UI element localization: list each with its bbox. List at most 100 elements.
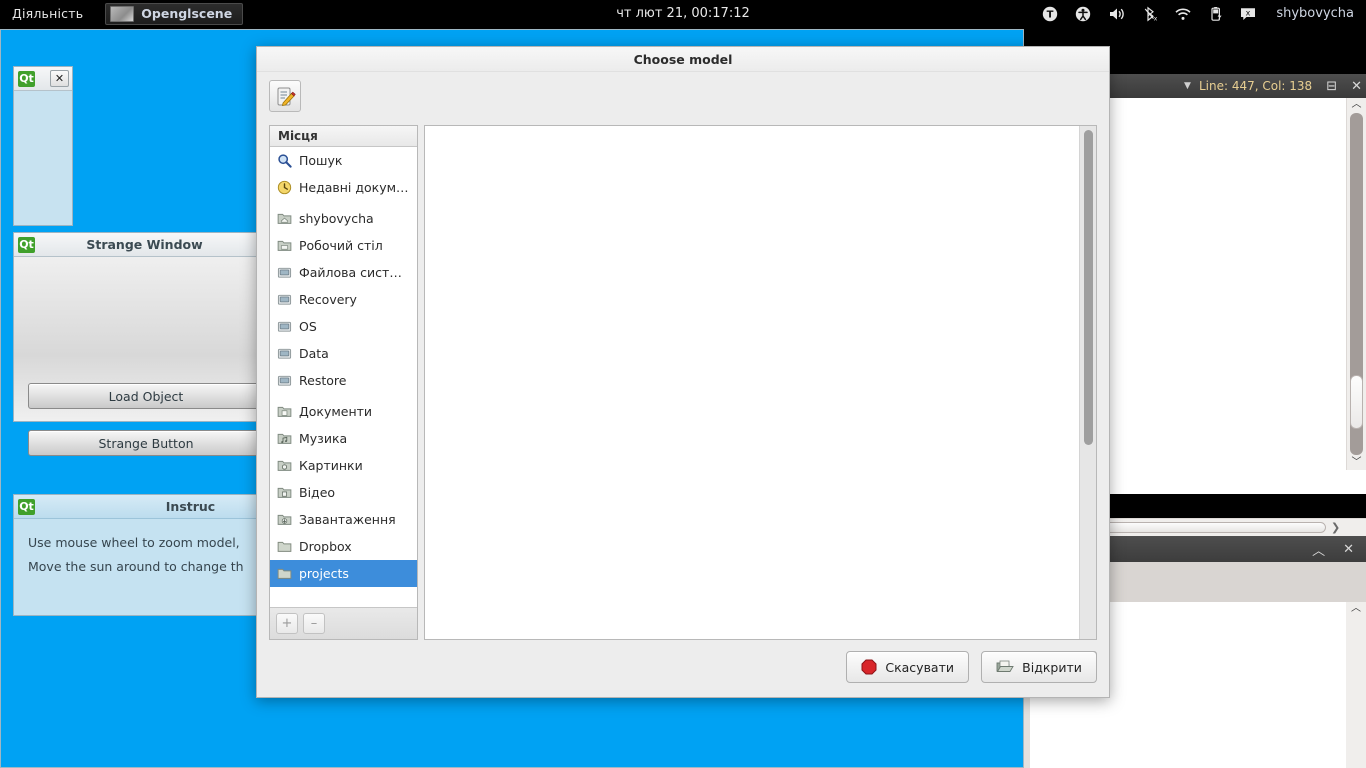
strange-button[interactable]: Strange Button — [28, 430, 264, 456]
place-item--[interactable]: Музика — [270, 425, 417, 452]
place-item-shybovycha[interactable]: shybovycha — [270, 205, 417, 232]
file-list-scrollbar[interactable] — [1079, 126, 1096, 639]
panel-close-icon[interactable]: ✕ — [1343, 542, 1354, 557]
editor-scroll-track[interactable] — [1350, 113, 1363, 455]
instructions-line-1: Use mouse wheel to zoom model, — [28, 535, 240, 550]
instructions-window-title: Instruc — [165, 499, 216, 514]
chevron-down-icon[interactable]: ▼ — [1184, 81, 1191, 91]
stop-icon — [861, 659, 877, 675]
create-folder-button[interactable] — [269, 80, 301, 112]
svg-text:x: x — [1246, 8, 1251, 17]
place-item-recovery[interactable]: Recovery — [270, 286, 417, 313]
place-item-label: shybovycha — [299, 211, 374, 226]
pictures-folder-icon — [277, 460, 292, 471]
qt-logo-icon: Qt — [18, 498, 35, 515]
place-item-label: Data — [299, 346, 329, 361]
svg-text:T: T — [1047, 9, 1054, 20]
strange-button-label: Strange Button — [98, 435, 194, 451]
place-item-projects[interactable]: projects — [270, 560, 417, 587]
text-entry-indicator-icon[interactable]: T — [1042, 6, 1058, 22]
places-sidebar: Місця Пошук Недавні докум… shybovycha Робоч… — [269, 125, 418, 640]
strange-window-titlebar[interactable]: Qt Strange Window — [14, 233, 276, 257]
open-button[interactable]: Відкрити — [981, 651, 1097, 683]
place-item--[interactable]: Відео — [270, 479, 417, 506]
places-footer: + – — [270, 607, 417, 639]
scroll-down-icon[interactable]: ﹀ — [1352, 456, 1362, 470]
place-item-dropbox[interactable]: Dropbox — [270, 533, 417, 560]
chevron-up-icon[interactable]: ︿ — [1312, 540, 1325, 559]
cancel-button[interactable]: Скасувати — [846, 651, 969, 683]
recent-icon — [277, 180, 292, 195]
system-tray: T x x shybovycha — [1042, 6, 1366, 22]
place-item-label: projects — [299, 566, 349, 581]
music-folder-icon — [277, 433, 292, 444]
downloads-folder-icon — [277, 514, 292, 525]
scroll-right-icon[interactable]: ❯ — [1331, 521, 1340, 534]
close-icon[interactable]: ✕ — [50, 70, 69, 87]
place-item-label: Dropbox — [299, 539, 352, 554]
qt-logo-icon: Qt — [18, 236, 35, 253]
editor-scroll-thumb[interactable] — [1350, 375, 1363, 429]
place-item-label: Завантаження — [299, 512, 396, 527]
place-item-restore[interactable]: Restore — [270, 367, 417, 394]
remove-place-button[interactable]: – — [303, 613, 325, 634]
place-item-label: OS — [299, 319, 317, 334]
username-label[interactable]: shybovycha — [1276, 6, 1354, 21]
window-list-button[interactable]: Openglscene — [105, 2, 244, 25]
split-view-icon[interactable]: ⊟ — [1326, 79, 1337, 94]
bluetooth-disabled-icon[interactable]: x — [1143, 6, 1157, 22]
instructions-titlebar[interactable]: Qt Instruc — [14, 495, 276, 519]
place-item--[interactable]: Картинки — [270, 452, 417, 479]
open-label: Відкрити — [1022, 659, 1082, 675]
battery-charging-icon[interactable] — [1209, 6, 1223, 22]
place-item-data[interactable]: Data — [270, 340, 417, 367]
folder-icon — [277, 568, 292, 579]
place-item--[interactable]: Файлова сист… — [270, 259, 417, 286]
home-folder-icon — [277, 213, 292, 224]
accessibility-icon[interactable] — [1075, 6, 1091, 22]
editor-vertical-scrollbar[interactable]: ︿ ﹀ — [1346, 98, 1366, 470]
mdi-small-body — [14, 91, 72, 225]
user-message-icon[interactable]: x — [1240, 6, 1257, 22]
mdi-small-titlebar[interactable]: Qt ✕ — [14, 67, 72, 91]
scroll-up-icon[interactable]: ︿ — [1352, 98, 1362, 112]
place-item-os[interactable]: OS — [270, 313, 417, 340]
editor-panel-scrollbar[interactable]: ︿ — [1346, 602, 1366, 768]
file-list-pane[interactable] — [424, 125, 1097, 640]
place-item--[interactable]: Документи — [270, 398, 417, 425]
dialog-toolbar — [257, 72, 1109, 125]
file-list-scroll-thumb[interactable] — [1084, 130, 1093, 445]
wifi-icon[interactable] — [1174, 6, 1192, 22]
scroll-up-icon[interactable]: ︿ — [1346, 602, 1366, 616]
choose-model-dialog: Choose model Місця Пошук Недавні докум… … — [256, 46, 1110, 698]
place-item-label: Документи — [299, 404, 373, 419]
place-item--[interactable]: Недавні докум… — [270, 174, 417, 201]
edit-document-icon — [277, 87, 296, 106]
documents-folder-icon — [277, 406, 292, 417]
strange-window-title: Strange Window — [86, 237, 203, 252]
activities-button[interactable]: Діяльність — [0, 6, 97, 21]
mdi-small-window[interactable]: Qt ✕ — [13, 66, 73, 226]
instructions-body: Use mouse wheel to zoom model, Move the … — [14, 519, 276, 615]
place-item-label: Restore — [299, 373, 347, 388]
place-item-label: Файлова сист… — [299, 265, 402, 280]
place-item-label: Відео — [299, 485, 336, 500]
add-place-button[interactable]: + — [276, 613, 298, 634]
load-object-button[interactable]: Load Object — [28, 383, 264, 409]
cancel-label: Скасувати — [885, 659, 954, 675]
places-list[interactable]: Пошук Недавні докум… shybovycha Робочий сті… — [270, 147, 417, 607]
mdi-instructions-window[interactable]: Qt Instruc Use mouse wheel to zoom model… — [13, 494, 277, 616]
instructions-line-2: Move the sun around to change th — [28, 559, 244, 574]
volume-icon[interactable] — [1108, 6, 1126, 22]
videos-folder-icon — [277, 487, 292, 498]
close-icon[interactable]: ✕ — [1351, 79, 1362, 94]
dialog-titlebar[interactable]: Choose model — [257, 47, 1109, 72]
strange-window-body: Load Object Strange Button — [14, 257, 276, 456]
place-item--[interactable]: Пошук — [270, 147, 417, 174]
gnome-top-bar: Діяльність Openglscene чт лют 21, 00:17:… — [0, 0, 1366, 27]
mdi-strange-window[interactable]: Qt Strange Window Load Object Strange Bu… — [13, 232, 277, 456]
place-item--[interactable]: Робочий стіл — [270, 232, 417, 259]
place-item--[interactable]: Завантаження — [270, 506, 417, 533]
window-list-label: Openglscene — [141, 6, 233, 21]
places-header: Місця — [270, 126, 417, 147]
